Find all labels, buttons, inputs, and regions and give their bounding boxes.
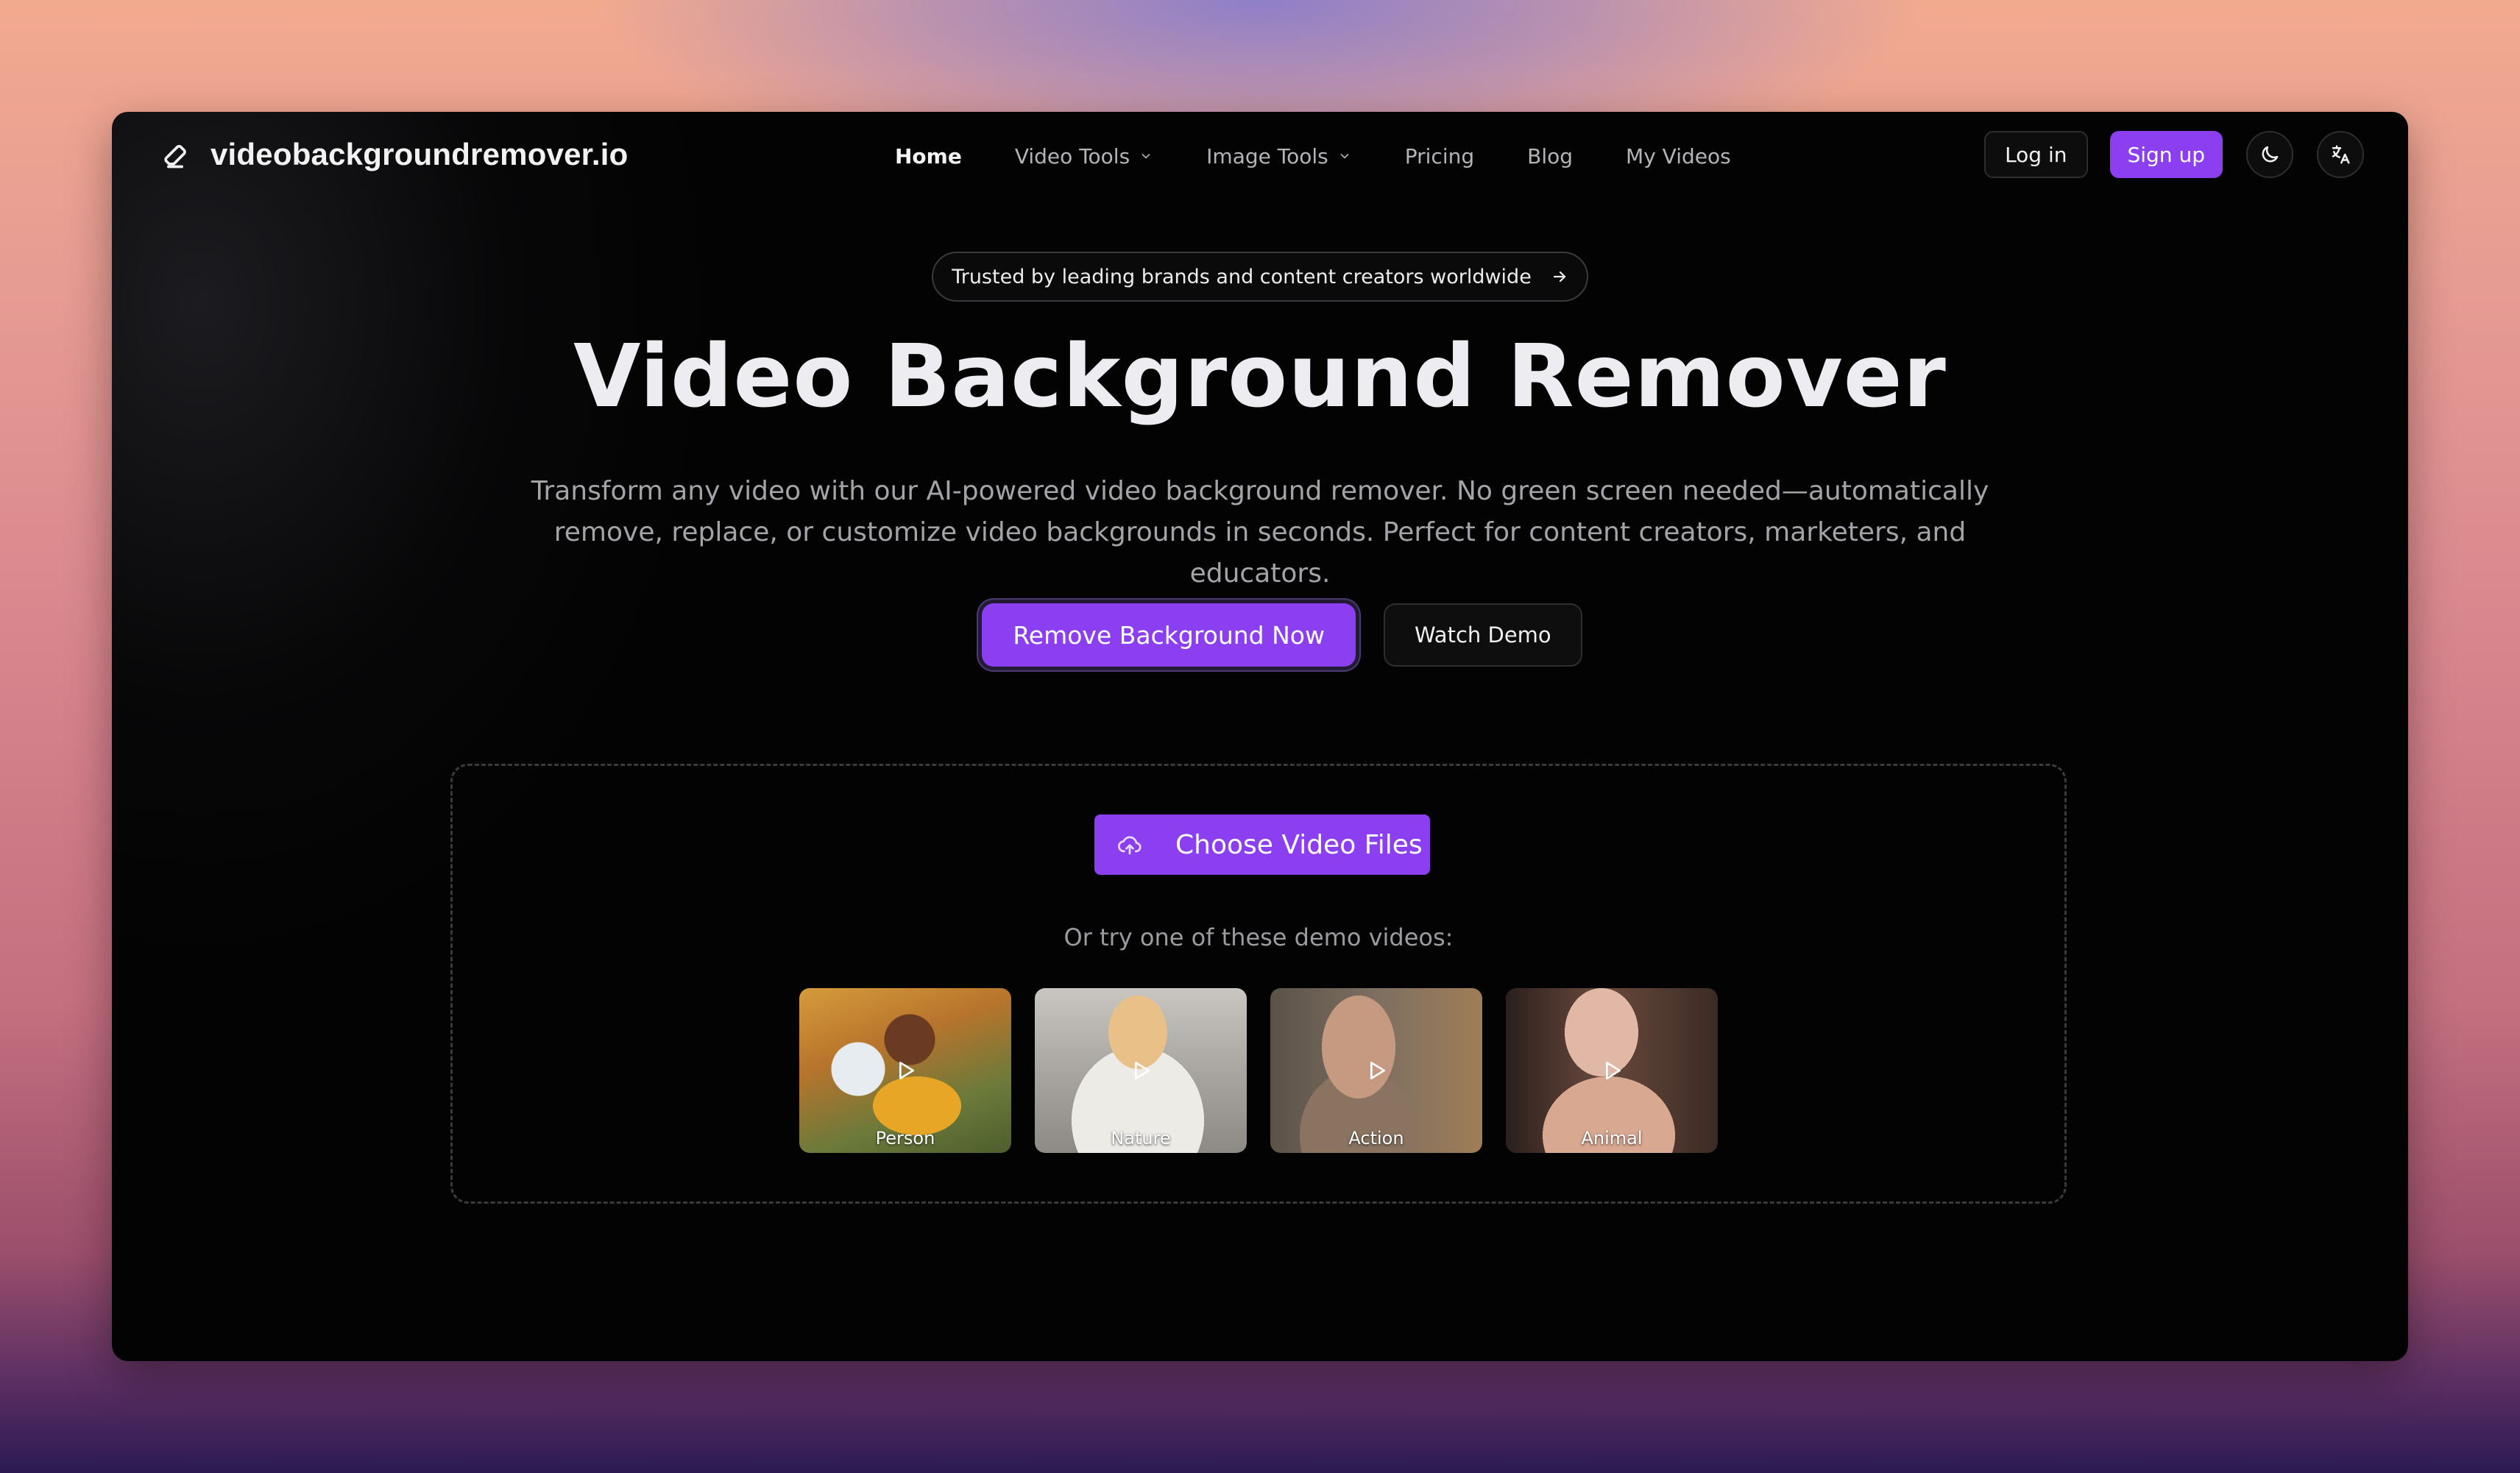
nav-my-videos[interactable]: My Videos xyxy=(1626,144,1731,168)
moon-icon xyxy=(2262,146,2279,163)
top-navigation: videobackgroundremover.io Home Video Too… xyxy=(112,112,2408,197)
chevron-down-icon xyxy=(1142,153,1150,159)
browser-window: videobackgroundremover.io Home Video Too… xyxy=(112,112,2408,1361)
main-menu: Home Video Tools Image Tools Pricing Blo… xyxy=(895,138,1784,174)
demo-videos-list: Person Nature Action Animal xyxy=(453,988,2064,1153)
page-title: Video Background Remover xyxy=(573,325,1947,427)
nav-video-tools[interactable]: Video Tools xyxy=(1015,144,1153,168)
choose-video-files-button[interactable]: Choose Video Files xyxy=(1094,814,1430,875)
nav-video-tools-label: Video Tools xyxy=(1014,143,1130,168)
demo-videos-prompt: Or try one of these demo videos: xyxy=(1063,923,1454,951)
brand-logo[interactable]: videobackgroundremover.io xyxy=(159,132,629,177)
nav-home[interactable]: Home xyxy=(895,144,962,168)
nav-actions: Log in Sign up xyxy=(1984,129,2364,180)
trust-badge-text: Trusted by leading brands and content cr… xyxy=(952,265,1532,288)
demo-video-animal[interactable]: Animal xyxy=(1506,988,1718,1153)
chevron-down-icon xyxy=(1340,153,1349,159)
demo-video-label: Action xyxy=(1348,1128,1404,1149)
choose-video-files-label: Choose Video Files xyxy=(1175,829,1423,860)
nav-pricing[interactable]: Pricing xyxy=(1405,144,1474,168)
play-icon xyxy=(899,1062,914,1079)
demo-video-action[interactable]: Action xyxy=(1270,988,1482,1153)
signup-button[interactable]: Sign up xyxy=(2109,131,2223,178)
nav-blog[interactable]: Blog xyxy=(1527,144,1573,168)
play-icon xyxy=(1606,1062,1621,1079)
language-button[interactable] xyxy=(2317,131,2364,178)
remove-background-button[interactable]: Remove Background Now xyxy=(982,603,1356,667)
cloud-upload-icon xyxy=(1118,836,1142,855)
hero-subtitle: Transform any video with our AI-powered … xyxy=(480,471,2040,594)
demo-video-label: Animal xyxy=(1581,1128,1643,1149)
brand-name: videobackgroundremover.io xyxy=(210,137,629,171)
hero-subtitle-line-1: Transform any video with our AI-powered … xyxy=(531,476,1989,506)
demo-video-label: Nature xyxy=(1111,1128,1171,1149)
nav-image-tools-label: Image Tools xyxy=(1206,143,1328,168)
demo-video-label: Person xyxy=(875,1128,935,1149)
trust-badge[interactable]: Trusted by leading brands and content cr… xyxy=(932,252,1588,302)
play-icon xyxy=(1135,1062,1150,1079)
cta-row: Remove Background Now Watch Demo xyxy=(112,603,2408,667)
hero-subtitle-line-2: remove, replace, or customize video back… xyxy=(553,517,1967,589)
theme-toggle-button[interactable] xyxy=(2246,131,2293,178)
watch-demo-button[interactable]: Watch Demo xyxy=(1383,603,1582,667)
translate-icon xyxy=(2332,145,2350,164)
demo-video-nature[interactable]: Nature xyxy=(1035,988,1247,1153)
eraser-icon xyxy=(164,145,186,168)
play-icon xyxy=(1370,1062,1385,1079)
demo-video-person[interactable]: Person xyxy=(799,988,1011,1153)
nav-image-tools[interactable]: Image Tools xyxy=(1206,144,1352,168)
upload-dropzone[interactable]: Choose Video Files Or try one of these d… xyxy=(450,764,2067,1204)
login-button[interactable]: Log in xyxy=(1984,131,2088,178)
arrow-right-icon xyxy=(1553,271,1566,283)
